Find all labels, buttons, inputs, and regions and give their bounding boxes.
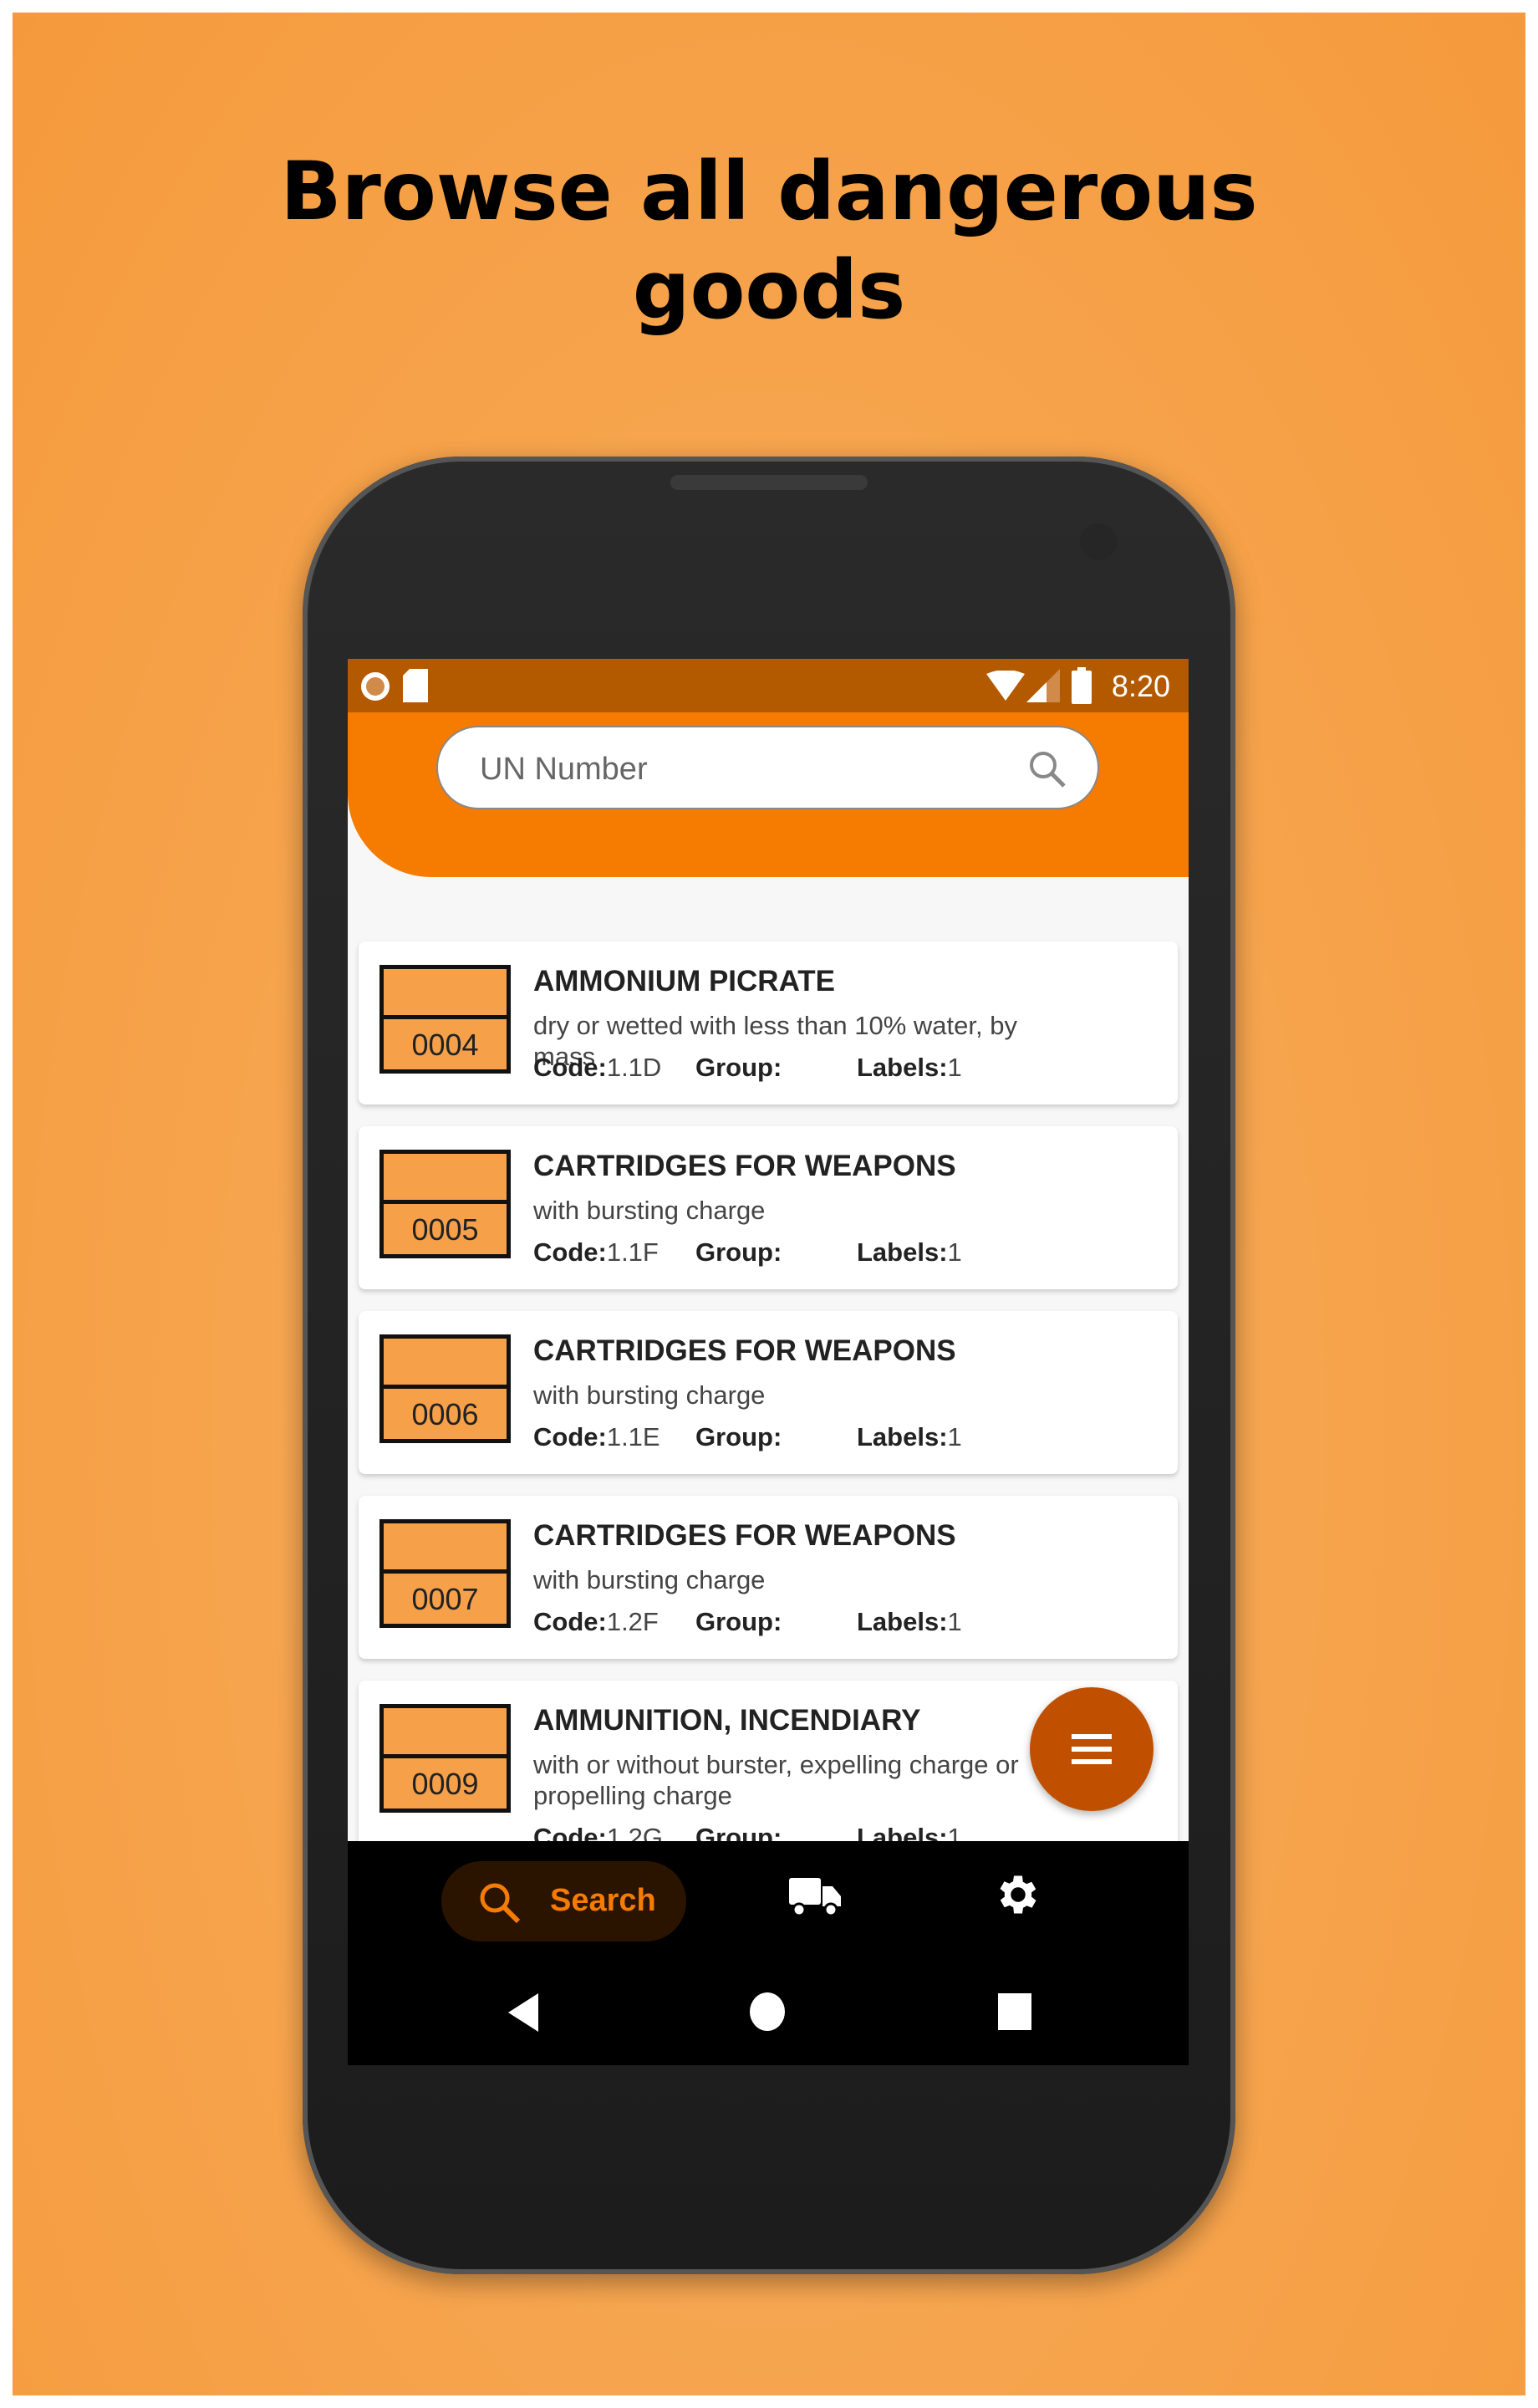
un-number-input[interactable] [478, 744, 1000, 794]
item-name: CARTRIDGES FOR WEAPONS [533, 1150, 956, 1182]
item-details: Code:1.1E Group: Labels:1 [533, 1422, 962, 1452]
item-details: Code:1.2F Group: Labels:1 [533, 1607, 962, 1637]
code-label: Code: [533, 1607, 607, 1636]
circle-notification-icon [361, 672, 390, 701]
item-name: CARTRIDGES FOR WEAPONS [533, 1519, 956, 1552]
code-label: Code: [533, 1422, 607, 1451]
battery-icon [1072, 667, 1092, 704]
menu-fab[interactable] [1030, 1687, 1154, 1811]
hazard-placard: 0009 [379, 1704, 511, 1813]
home-icon[interactable] [749, 1992, 786, 2032]
headline: Browse all dangerous goods [13, 142, 1525, 339]
item-details: Code:1.1D Group: Labels:1 [533, 1053, 962, 1083]
wifi-icon [986, 671, 1025, 701]
placard-divider [384, 1569, 507, 1574]
item-description: with or without burster, expelling charg… [533, 1750, 1019, 1810]
group-label: Group: [695, 1422, 782, 1451]
bottom-navigation: Search [348, 1841, 1189, 2065]
placard-divider [384, 1385, 507, 1389]
goods-list-item[interactable]: 0004 AMMONIUM PICRATE dry or wetted with… [359, 941, 1178, 1105]
gear-icon[interactable] [993, 1870, 1043, 1920]
headline-line-2: goods [632, 243, 906, 337]
un-number: 0005 [411, 1212, 479, 1247]
labels-label: Labels: [857, 1237, 948, 1267]
goods-list-item[interactable]: 0005 CARTRIDGES FOR WEAPONS with burstin… [359, 1126, 1178, 1289]
item-description: with bursting charge [533, 1380, 766, 1410]
code-label: Code: [533, 1053, 607, 1082]
hazard-placard: 0007 [379, 1519, 511, 1628]
search-icon[interactable] [1027, 749, 1067, 789]
status-bar: 8:20 [348, 659, 1189, 712]
code-label: Code: [533, 1237, 607, 1267]
group-label: Group: [695, 1237, 782, 1267]
labels-label: Labels: [857, 1607, 948, 1636]
labels-value: 1 [947, 1053, 962, 1082]
placard-divider [384, 1200, 507, 1204]
code-value: 1.2F [606, 1607, 659, 1636]
labels-value: 1 [947, 1237, 962, 1267]
nav-search-tab[interactable]: Search [441, 1861, 686, 1941]
code-value: 1.1F [606, 1237, 659, 1267]
header [348, 712, 1189, 877]
placard-divider [384, 1754, 507, 1758]
search-bar[interactable] [436, 726, 1099, 809]
item-description: with bursting charge [533, 1565, 766, 1594]
speaker [670, 475, 868, 490]
signal-icon [1026, 669, 1060, 702]
goods-list-item[interactable]: 0006 CARTRIDGES FOR WEAPONS with burstin… [359, 1311, 1178, 1474]
un-number: 0009 [411, 1767, 479, 1801]
item-name: AMMUNITION, INCENDIARY [533, 1704, 921, 1737]
code-value: 1.1E [606, 1422, 660, 1451]
un-number: 0007 [411, 1582, 479, 1616]
code-value: 1.1D [606, 1053, 662, 1082]
un-number: 0004 [411, 1028, 479, 1062]
search-icon [480, 1883, 521, 1924]
group-label: Group: [695, 1607, 782, 1636]
hazard-placard: 0006 [379, 1334, 511, 1443]
camera [1080, 523, 1117, 560]
menu-icon [1072, 1734, 1112, 1764]
item-name: AMMONIUM PICRATE [533, 965, 835, 997]
nav-search-label: Search [550, 1883, 656, 1918]
goods-list-item[interactable]: 0007 CARTRIDGES FOR WEAPONS with burstin… [359, 1496, 1178, 1659]
item-details: Code:1.1F Group: Labels:1 [533, 1237, 962, 1268]
sd-card-icon [403, 669, 428, 702]
labels-label: Labels: [857, 1053, 948, 1082]
labels-value: 1 [947, 1422, 962, 1451]
status-time: 8:20 [1111, 669, 1170, 703]
group-label: Group: [695, 1053, 782, 1082]
hazard-placard: 0004 [379, 965, 511, 1074]
labels-value: 1 [947, 1607, 962, 1636]
hazard-placard: 0005 [379, 1150, 511, 1258]
back-icon[interactable] [507, 1992, 540, 2033]
un-number: 0006 [411, 1397, 479, 1431]
headline-line-1: Browse all dangerous [280, 145, 1258, 238]
item-name: CARTRIDGES FOR WEAPONS [533, 1334, 956, 1367]
labels-label: Labels: [857, 1422, 948, 1451]
truck-icon[interactable] [789, 1875, 841, 1916]
item-description: with bursting charge [533, 1196, 766, 1225]
recents-icon[interactable] [998, 1993, 1031, 2030]
placard-divider [384, 1015, 507, 1019]
app-screen: 8:20 0004 AMMONIUM PICRATE dry or wetted… [348, 659, 1189, 2065]
